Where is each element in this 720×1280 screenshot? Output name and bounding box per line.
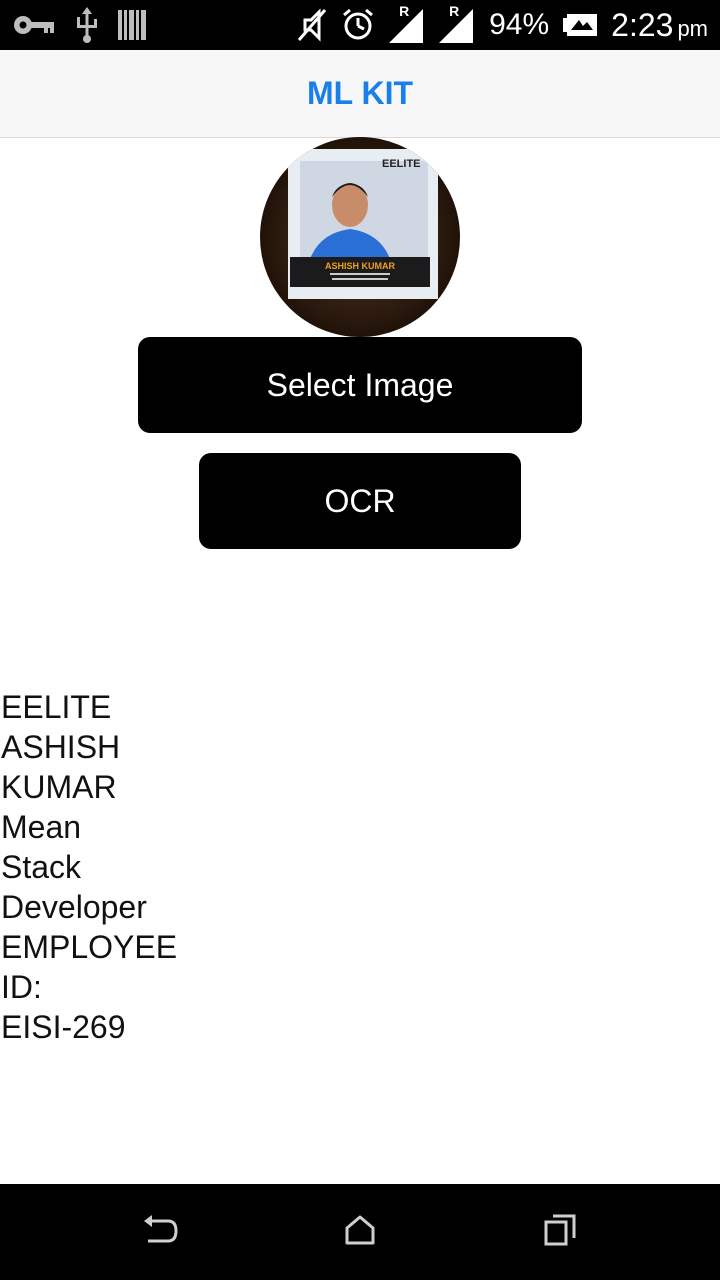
home-button[interactable] xyxy=(330,1202,390,1262)
home-icon xyxy=(344,1214,376,1251)
ocr-line: EMPLOYEE xyxy=(1,929,178,965)
back-button[interactable] xyxy=(130,1202,190,1262)
app-title: ML KIT xyxy=(306,75,414,111)
ocr-line: Stack xyxy=(1,849,82,885)
mute-icon xyxy=(297,8,327,42)
ocr-line: ID: xyxy=(1,969,42,1005)
badge-name-text: ASHISH KUMAR xyxy=(325,261,396,271)
select-image-button[interactable]: Select Image xyxy=(138,337,582,433)
usb-icon xyxy=(74,7,100,43)
barcode-icon xyxy=(118,8,148,42)
battery-percent: 94% xyxy=(489,8,550,41)
ocr-line: ASHISH xyxy=(1,729,121,765)
signal-icon: R xyxy=(389,3,425,43)
ocr-line: EELITE xyxy=(1,689,112,725)
key-icon xyxy=(12,12,56,38)
ocr-button[interactable]: OCR xyxy=(199,453,521,549)
signal-icon: R xyxy=(439,3,475,43)
recent-apps-button[interactable] xyxy=(530,1202,590,1262)
app-bar: ML KIT xyxy=(0,50,720,138)
battery-icon xyxy=(563,14,598,36)
alarm-icon xyxy=(341,8,375,42)
navigation-bar xyxy=(0,1184,720,1280)
status-bar: R R 94% 2:23 pm xyxy=(0,0,720,50)
ocr-line: Mean xyxy=(1,809,82,845)
ocr-line: KUMAR xyxy=(1,769,117,805)
back-icon xyxy=(140,1213,180,1252)
ocr-line: Developer xyxy=(1,889,147,925)
clock: 2:23 pm xyxy=(611,6,708,43)
selected-image-preview: EELITE ASHISH KUMAR xyxy=(260,137,460,337)
ocr-line: EISI-269 xyxy=(1,1009,126,1045)
ocr-result-text: EELITE ASHISH KUMAR Mean Stack Developer… xyxy=(1,687,401,1047)
badge-brand-text: EELITE xyxy=(382,158,421,170)
recent-apps-icon xyxy=(543,1213,577,1252)
